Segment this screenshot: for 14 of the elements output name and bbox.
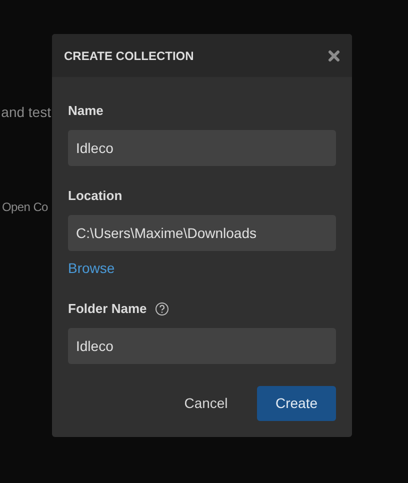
field-label: Name — [68, 102, 104, 120]
text-field[interactable]: Idleco — [68, 130, 336, 166]
help-icon[interactable] — [154, 302, 169, 316]
create-button[interactable]: Create — [257, 386, 336, 421]
text-field[interactable]: Idleco — [68, 328, 336, 364]
cancel-button[interactable]: Cancel — [163, 386, 249, 421]
background-text: and test — [1, 103, 51, 122]
field-label: Location — [68, 187, 122, 206]
text-field[interactable]: C:\Users\Maxime\Downloads — [68, 215, 336, 251]
browse-link[interactable]: Browse — [68, 258, 115, 279]
close-icon[interactable] — [328, 50, 340, 62]
background-text: Open Co — [2, 199, 48, 216]
field-label: Folder Name — [68, 300, 147, 318]
dialog-title: CREATE COLLECTION — [64, 48, 194, 64]
